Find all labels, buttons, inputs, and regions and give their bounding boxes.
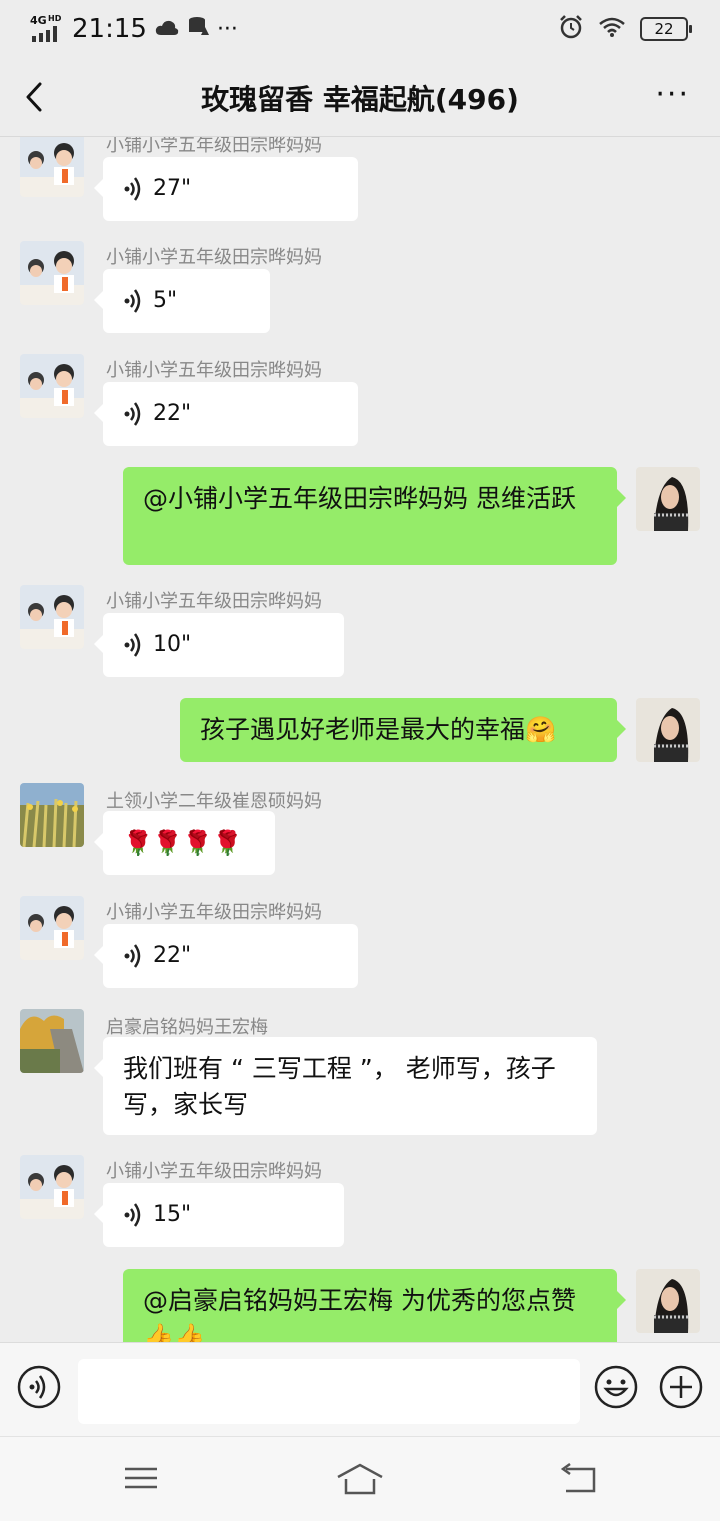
voice-message-bubble[interactable]: 10"	[94, 613, 344, 677]
menu-icon[interactable]	[123, 1463, 159, 1497]
home-icon[interactable]	[336, 1463, 384, 1499]
hug-emoji: 🤗	[525, 715, 557, 744]
sender-name: 小铺小学五年级田宗晔妈妈	[106, 902, 322, 923]
avatar-tree-road[interactable]	[20, 1009, 84, 1073]
avatar-parent-boy[interactable]	[20, 896, 84, 960]
network-hd: HD	[48, 14, 62, 23]
emoji-icon[interactable]	[594, 1365, 638, 1413]
storage-icon	[187, 14, 209, 44]
avatar-parent-boy[interactable]	[20, 354, 84, 418]
avatar-parent-boy[interactable]	[20, 585, 84, 649]
voice-wave-icon	[124, 402, 141, 426]
message-text: 孩子遇见好老师是最大的幸福	[200, 715, 526, 744]
sender-name: 土领小学二年级崔恩硕妈妈	[106, 791, 322, 812]
sender-name: 小铺小学五年级田宗晔妈妈	[106, 360, 322, 381]
avatar-parent-boy[interactable]	[20, 137, 84, 197]
voice-message-bubble[interactable]: 5"	[94, 269, 270, 333]
voice-input-icon[interactable]	[17, 1365, 61, 1413]
sender-name: 小铺小学五年级田宗晔妈妈	[106, 1161, 322, 1182]
message-input[interactable]	[78, 1359, 580, 1424]
voice-wave-icon	[124, 944, 141, 968]
avatar-self[interactable]	[636, 467, 700, 531]
alarm-icon	[558, 14, 584, 44]
voice-wave-icon	[124, 633, 141, 657]
text-message-bubble[interactable]: @启豪启铭妈妈王宏梅 为优秀的您点赞👍👍	[123, 1269, 626, 1342]
text-message-bubble[interactable]: 我们班有 “ 三写工程 ”， 老师写，孩子写，家长写	[94, 1037, 597, 1135]
plus-icon[interactable]	[659, 1365, 703, 1413]
back-nav-icon[interactable]	[560, 1462, 598, 1499]
voice-wave-icon	[124, 289, 141, 313]
avatar-self[interactable]	[636, 698, 700, 762]
voice-duration: 5"	[153, 288, 178, 313]
chat-title: 玫瑰留香 幸福起航(496)	[201, 83, 519, 116]
input-bar	[0, 1342, 720, 1437]
voice-message-bubble[interactable]: 15"	[94, 1183, 344, 1247]
wifi-icon	[598, 16, 626, 42]
status-time: 21:15	[72, 14, 147, 44]
voice-message-bubble[interactable]: 27"	[94, 157, 358, 221]
sender-name: 启豪启铭妈妈王宏梅	[106, 1017, 268, 1038]
sender-name: 小铺小学五年级田宗晔妈妈	[106, 247, 322, 268]
sender-name: 小铺小学五年级田宗晔妈妈	[106, 137, 322, 156]
avatar-parent-boy[interactable]	[20, 1155, 84, 1219]
voice-duration: 15"	[153, 1202, 192, 1227]
message-list[interactable]: 小铺小学五年级田宗晔妈妈 27" 小铺小学五年级田宗晔妈妈 5" 小铺小学五年级…	[0, 137, 720, 1342]
voice-wave-icon	[124, 1203, 141, 1227]
battery-indicator: 22	[640, 17, 692, 41]
sender-name: 小铺小学五年级田宗晔妈妈	[106, 591, 322, 612]
avatar-parent-boy[interactable]	[20, 241, 84, 305]
cloud-icon	[155, 14, 179, 44]
avatar-self[interactable]	[636, 1269, 700, 1333]
voice-message-bubble[interactable]: 22"	[94, 382, 358, 446]
text-message-bubble[interactable]: 孩子遇见好老师是最大的幸福🤗	[180, 698, 626, 762]
text-message-bubble[interactable]: 🌹🌹🌹🌹	[94, 811, 275, 875]
avatar-wheat-field[interactable]	[20, 783, 84, 847]
voice-wave-icon	[124, 177, 141, 201]
voice-duration: 22"	[153, 401, 192, 426]
signal-icon: 4G HD	[30, 14, 64, 42]
system-nav-bar	[0, 1436, 720, 1521]
text-message-bubble[interactable]: @小铺小学五年级田宗晔妈妈 思维活跃	[123, 467, 626, 565]
voice-duration: 22"	[153, 943, 192, 968]
more-options-button[interactable]: ···	[655, 80, 690, 110]
voice-message-bubble[interactable]: 22"	[94, 924, 358, 988]
voice-duration: 10"	[153, 632, 192, 657]
status-bar: 4G HD 21:15 ··· 22	[0, 0, 720, 56]
voice-duration: 27"	[153, 176, 192, 201]
status-more-dots: ···	[216, 16, 238, 42]
chat-header: 玫瑰留香 幸福起航(496) ···	[0, 56, 720, 137]
